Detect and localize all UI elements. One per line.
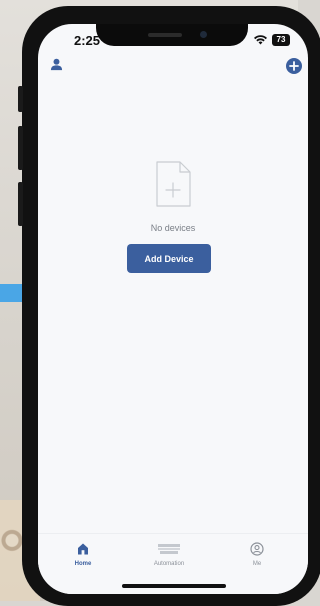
empty-state: No devices [38,160,308,233]
add-circle-icon[interactable] [286,58,302,79]
empty-state-message: No devices [150,223,196,233]
user-icon[interactable] [50,58,63,76]
tab-automation[interactable]: Automation [134,542,204,567]
home-indicator [122,584,226,588]
status-indicators: 73 [254,34,290,46]
home-icon [78,543,88,555]
volume-up-button [18,126,23,170]
notch [96,24,248,46]
battery-indicator: 73 [272,34,290,46]
wifi-icon [254,35,267,45]
add-device-button[interactable]: Add Device [127,244,211,273]
profile-icon [250,542,264,556]
tab-me-label: Me [252,561,262,567]
volume-down-button [18,182,23,226]
tab-home[interactable]: Home [48,542,118,567]
tab-home-label: Home [74,561,92,567]
file-add-icon [154,160,192,213]
mute-switch [18,86,23,112]
bottom-tab-bar: Home Automation Me [38,533,308,594]
speaker [148,33,182,37]
front-camera [200,31,207,38]
tab-automation-label: Automation [153,561,185,567]
tab-me[interactable]: Me [222,542,292,567]
automation-icon [158,544,180,554]
app-screen: 2:25 73 No devices Add Device Home Autom… [38,24,308,594]
status-time: 2:25 [74,33,101,48]
